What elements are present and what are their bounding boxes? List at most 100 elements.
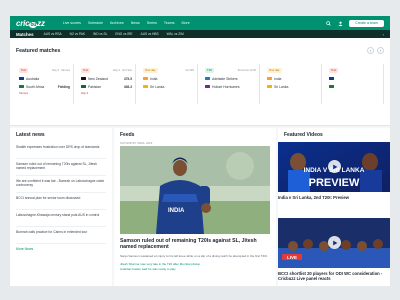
- team-row: [329, 76, 380, 81]
- team-flag-icon: [143, 76, 148, 81]
- feeds-title: Feeds: [120, 132, 135, 138]
- latest-news-title: Latest news: [16, 132, 45, 138]
- team-flag-icon: [205, 76, 210, 81]
- match-status: Stumps: [19, 92, 29, 95]
- video-thumbnail[interactable]: INDIA V SRI LANKA PREVIEW: [278, 142, 390, 192]
- chevron-left-icon[interactable]: ‹: [367, 47, 374, 54]
- more-news-link[interactable]: More News: [10, 244, 112, 254]
- nav-schedule[interactable]: Schedule: [88, 21, 103, 25]
- strip-match[interactable]: AUS vs RSA: [44, 32, 62, 36]
- team-score: Fielding: [57, 84, 70, 89]
- team-name: Australia: [26, 76, 40, 81]
- team-row: Adelaide Strikers: [205, 76, 256, 81]
- match-subtitle: 1st ODI: [185, 68, 194, 72]
- strip-match[interactable]: ENG vs IRE: [115, 32, 132, 36]
- create-team-button[interactable]: Create a team: [349, 19, 384, 27]
- nav-archives[interactable]: Archives: [110, 21, 124, 25]
- news-item[interactable]: Samson ruled out of remaining T20Is agai…: [16, 159, 106, 176]
- strip-match[interactable]: WAL vs ZIM: [167, 32, 184, 36]
- featured-nav: ‹ ›: [367, 47, 384, 54]
- featured-videos-panel: Featured Videos INDIA V SRI LANKA PREVIE…: [278, 128, 390, 286]
- match-card[interactable]: Test Day 3 · 2nd Test New Zealand 475-5 Paki…: [78, 64, 136, 104]
- team-flag-icon: [205, 84, 210, 89]
- latest-news-panel: Latest news Shakib expresses frustration…: [10, 128, 112, 286]
- feed-related-link[interactable]: Jitesh Sharma rose very late in the T20 …: [120, 262, 270, 266]
- team-flag-icon: [81, 76, 86, 81]
- news-item[interactable]: We are confident it was fair - Bumrah on…: [16, 176, 106, 193]
- strip-match[interactable]: AUS vs HBS: [141, 32, 159, 36]
- team-flag-icon: [81, 84, 86, 89]
- video-thumbnail[interactable]: LIVE: [278, 218, 390, 268]
- svg-text:INDIA: INDIA: [168, 208, 185, 214]
- match-card[interactable]: One day 1st ODI India Sri Lanka: [140, 64, 198, 104]
- match-subtitle: Tomorrow 12:30: [237, 68, 256, 72]
- team-name: South Africa: [26, 84, 45, 89]
- video-overlay-sub: PREVIEW: [309, 177, 360, 189]
- match-format-badge: T20: [205, 67, 214, 73]
- match-format-badge: Test: [19, 67, 29, 73]
- feed-related-link[interactable]: Anakhar-bowler said he was ready to play: [120, 267, 270, 271]
- play-icon[interactable]: [328, 160, 341, 173]
- nav-live-scores[interactable]: Live scores: [63, 21, 81, 25]
- team-name: India: [274, 76, 282, 81]
- team-flag-icon: [329, 84, 334, 89]
- match-format-badge: Test: [329, 67, 339, 73]
- nav-teams[interactable]: Teams: [164, 21, 175, 25]
- team-score: 408-3: [123, 84, 132, 89]
- news-item[interactable]: Bumrah calls practice for Cairns in exte…: [16, 227, 106, 244]
- team-name: Hobart Hurricanes: [212, 84, 240, 89]
- matches-label: Matches: [16, 31, 34, 37]
- video-title[interactable]: BCCI shortlist 20 players for ODI WC con…: [278, 271, 390, 282]
- nav-news[interactable]: News: [131, 21, 140, 25]
- match-card[interactable]: One day India Sri Lanka: [264, 64, 322, 104]
- user-icon[interactable]: [337, 20, 343, 26]
- feed-meta: SUTHOR BY INDIA, 2023: [120, 141, 153, 145]
- nav-series[interactable]: Series: [147, 21, 157, 25]
- match-status: Day 3: [81, 92, 89, 95]
- team-flag-icon: [267, 84, 272, 89]
- cricbuzz-logo[interactable]: cricbuzz: [16, 19, 45, 28]
- team-row: [329, 84, 380, 89]
- team-flag-icon: [329, 76, 334, 81]
- team-row: Sri Lanka: [267, 84, 318, 89]
- team-row: Pakistan 408-3: [81, 84, 132, 89]
- team-score: 475-5: [123, 76, 132, 81]
- top-nav: cricbuzz Live scores Schedule Archives N…: [10, 16, 390, 30]
- chevron-right-icon[interactable]: ›: [383, 32, 384, 37]
- feed-headline[interactable]: Samson ruled out of remaining T20Is agai…: [120, 238, 270, 251]
- video-title[interactable]: India v Sri Lanka, 2nd T20I: Preview: [278, 195, 390, 200]
- team-row: New Zealand 475-5: [81, 76, 132, 81]
- team-row: Australia: [19, 76, 70, 81]
- match-format-badge: One day: [143, 67, 158, 73]
- team-name: Adelaide Strikers: [212, 76, 238, 81]
- team-flag-icon: [143, 84, 148, 89]
- match-card[interactable]: Test Day 3 · Stumps Australia South Africa F…: [16, 64, 74, 104]
- chevron-right-icon[interactable]: ›: [377, 47, 384, 54]
- team-flag-icon: [19, 76, 24, 81]
- news-item[interactable]: Shakib expresses frustration over DRS dr…: [16, 142, 106, 159]
- featured-matches-title: Featured matches: [16, 48, 61, 54]
- strip-match[interactable]: IND vs SL: [93, 32, 107, 36]
- team-row: Hobart Hurricanes: [205, 84, 256, 89]
- play-icon[interactable]: [328, 236, 341, 249]
- team-name: Pakistan: [88, 84, 102, 89]
- team-row: South Africa Fielding: [19, 84, 70, 89]
- strip-match[interactable]: NZ vs PAK: [70, 32, 85, 36]
- search-icon[interactable]: [325, 20, 331, 26]
- team-row: India: [143, 76, 194, 81]
- nav-more[interactable]: More: [182, 21, 190, 25]
- feeds-panel: Feeds SUTHOR BY INDIA, 2023 INDIA Samson…: [114, 128, 276, 286]
- news-item[interactable]: Labuschagne-Khawaja century stand puts A…: [16, 210, 106, 227]
- team-name: New Zealand: [88, 76, 108, 81]
- match-format-badge: One day: [267, 67, 282, 73]
- team-name: Sri Lanka: [274, 84, 289, 89]
- match-card[interactable]: T20 Tomorrow 12:30 Adelaide Strikers Hobart…: [202, 64, 260, 104]
- match-card[interactable]: Test: [326, 64, 384, 104]
- team-flag-icon: [267, 76, 272, 81]
- match-format-badge: Test: [81, 67, 91, 73]
- team-flag-icon: [19, 84, 24, 89]
- feed-image[interactable]: INDIA: [120, 146, 270, 234]
- feed-body: Sanju Samson sustained an injury to his …: [120, 254, 268, 258]
- app-window: cricbuzz Live scores Schedule Archives N…: [10, 16, 390, 286]
- news-item[interactable]: BCCI annual plan for senior tours discus…: [16, 193, 106, 210]
